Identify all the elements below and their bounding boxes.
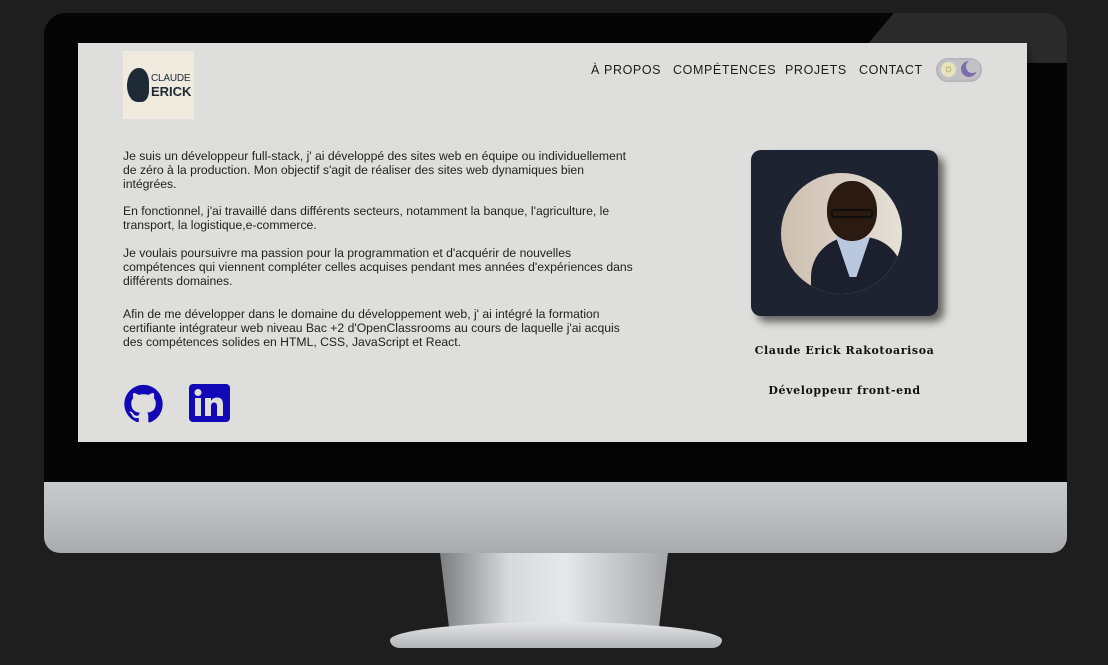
moon-icon	[961, 60, 979, 77]
linkedin-icon	[189, 384, 230, 422]
sun-icon: ☼	[941, 62, 956, 77]
monitor-chin	[44, 482, 1067, 553]
bio-paragraph-1: Je suis un développeur full-stack, j' ai…	[123, 149, 627, 191]
nav-item-projets[interactable]: PROJETS	[785, 63, 847, 77]
site-logo[interactable]: CLAUDE ERICK	[123, 51, 194, 119]
profile-name: Claude Erick Rakotoarisoa	[754, 344, 935, 357]
website-screen: CLAUDE ERICK À PROPOS COMPÉTENCES PROJET…	[78, 43, 1027, 442]
theme-toggle[interactable]: ☼	[936, 58, 982, 82]
nav-item-competences[interactable]: COMPÉTENCES	[673, 63, 776, 77]
bio-paragraph-4: Afin de me développer dans le domaine du…	[123, 307, 620, 349]
profile-silhouette-icon	[127, 68, 149, 102]
monitor-base	[390, 622, 722, 648]
github-link[interactable]	[122, 384, 165, 429]
nav-item-a-propos[interactable]: À PROPOS	[591, 63, 661, 77]
profile-photo	[781, 173, 902, 294]
profile-role: Développeur front-end	[768, 384, 921, 397]
bio-paragraph-2: En fonctionnel, j'ai travaillé dans diff…	[123, 204, 610, 232]
nav-item-contact[interactable]: CONTACT	[859, 63, 923, 77]
logo-text: CLAUDE ERICK	[151, 72, 191, 98]
github-icon	[124, 384, 163, 423]
bio-paragraph-3: Je voulais poursuivre ma passion pour la…	[123, 246, 633, 288]
logo-line-2: ERICK	[151, 84, 192, 99]
portrait-card	[751, 150, 938, 316]
monitor-stand	[440, 553, 668, 628]
linkedin-link[interactable]	[189, 384, 230, 427]
